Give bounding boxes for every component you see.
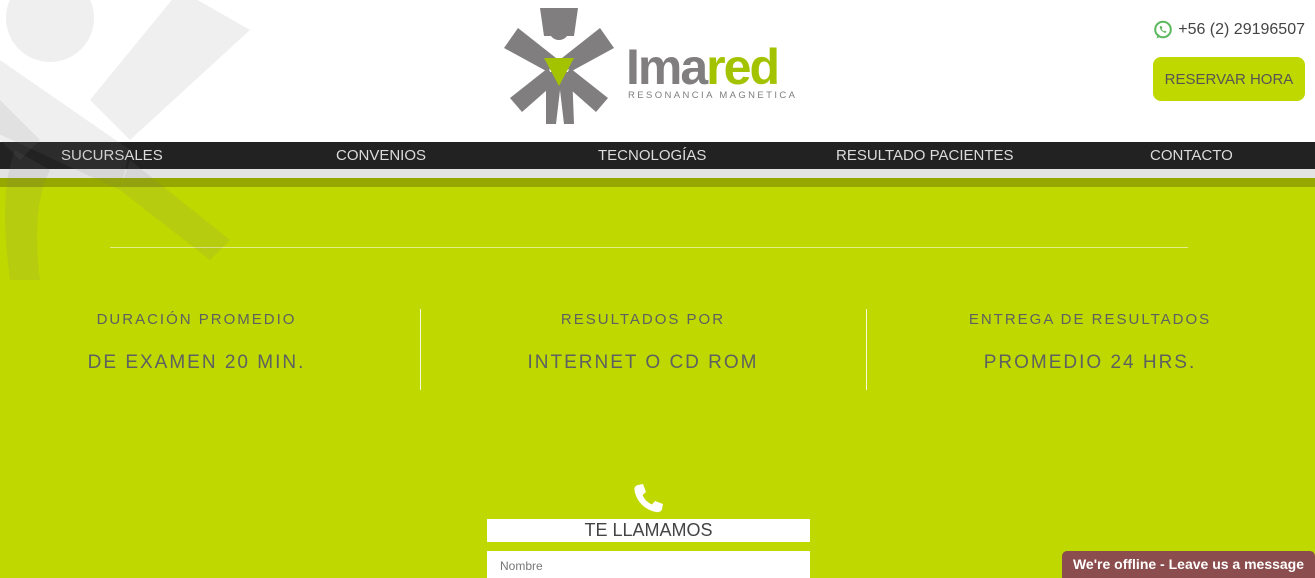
imared-logo[interactable]: Imared RESONANCIA MAGNETICA [500, 6, 800, 126]
stat-delivery-value: PROMEDIO 24 HRS. [983, 352, 1197, 373]
phone-contact[interactable]: +56 (2) 29196507 [1153, 20, 1305, 40]
stat-separator [420, 309, 421, 390]
stat-delivery-label: ENTREGA DE RESULTADOS [968, 311, 1212, 328]
stat-separator [866, 309, 867, 390]
stat-duration-value: DE EXAMEN 20 MIN. [87, 352, 306, 373]
stat-results-value: INTERNET O CD ROM [527, 352, 759, 373]
nav-item-contacto[interactable]: CONTACTO [1150, 142, 1233, 169]
phone-icon [634, 484, 663, 513]
whatsapp-icon [1154, 20, 1173, 39]
logo-word-part2: red [706, 39, 780, 95]
nav-item-sucursales[interactable]: SUCURSALES [61, 142, 163, 169]
stat-results-label: RESULTADOS POR [560, 311, 726, 328]
main-nav: SUCURSALES CONVENIOS TECNOLOGÍAS RESULTA… [0, 142, 1315, 169]
nav-item-resultado-pacientes[interactable]: RESULTADO PACIENTES [836, 142, 1014, 169]
section-divider [110, 247, 1188, 248]
site-header: Imared RESONANCIA MAGNETICA +56 (2) 2919… [0, 0, 1315, 142]
nav-divider-light [0, 169, 1315, 178]
reserve-button[interactable]: RESERVAR HORA [1153, 57, 1305, 101]
stat-duration: DURACIÓN PROMEDIO DE EXAMEN 20 MIN. [50, 310, 343, 375]
nav-item-tecnologias[interactable]: TECNOLOGÍAS [598, 142, 706, 169]
logo-word-part1: Ima [626, 39, 708, 95]
stat-delivery: ENTREGA DE RESULTADOS PROMEDIO 24 HRS. [940, 310, 1240, 375]
stat-duration-label: DURACIÓN PROMEDIO [96, 311, 297, 328]
name-input[interactable] [487, 551, 810, 578]
phone-number: +56 (2) 29196507 [1178, 21, 1305, 38]
nav-divider-olive [0, 178, 1315, 187]
stat-results: RESULTADOS POR INTERNET O CD ROM [493, 310, 793, 375]
nav-item-convenios[interactable]: CONVENIOS [336, 142, 426, 169]
logo-wordmark: Imared [626, 39, 780, 95]
callback-title: TE LLAMAMOS [487, 519, 810, 542]
logo-tagline: RESONANCIA MAGNETICA [628, 90, 798, 101]
offline-chat-button[interactable]: We're offline - Leave us a message [1062, 551, 1315, 578]
imared-figure-logo-icon [504, 8, 614, 124]
